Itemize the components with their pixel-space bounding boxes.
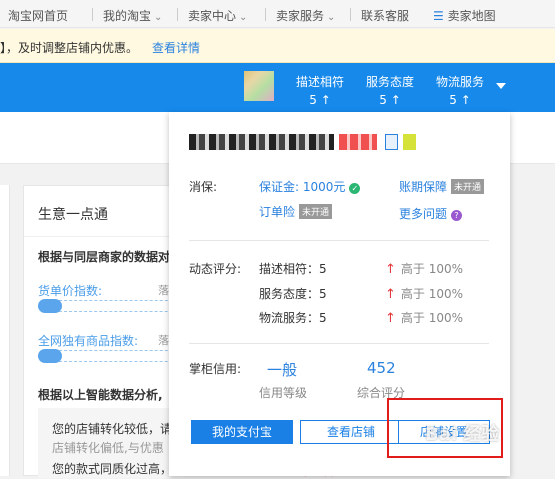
- card-divider: [24, 236, 184, 237]
- rating-name: 描述相符：5: [259, 262, 327, 276]
- credit-score-value: 452: [367, 359, 396, 377]
- advice-box: 您的店铺转化较低，请 店铺转化偏低,与优惠 您的款式同质化过高，请提升款式竞争力: [38, 408, 268, 478]
- nav-seller-center-label: 卖家中心: [188, 9, 237, 23]
- metric-fall-label: 落: [158, 284, 169, 297]
- header-score-description: 描述相符 5 ↑: [296, 73, 344, 107]
- nav-seller-map[interactable]: ☰ 卖家地图: [433, 7, 496, 24]
- shop-header: 描述相符 5 ↑ 服务态度 5 ↑ 物流服务 5 ↑: [0, 63, 555, 112]
- header-score-logistics: 物流服务 5 ↑: [436, 73, 484, 107]
- slider-knob: [38, 349, 62, 363]
- rating-compare: ↑ 高于 100%: [385, 309, 463, 326]
- nav-seller-map-label: 卖家地图: [447, 9, 496, 23]
- arrow-up-icon: ↑: [385, 287, 396, 302]
- analysis-heading: 根据以上智能数据分析,: [38, 388, 163, 402]
- more-questions-label: 更多问题: [399, 207, 448, 221]
- rating-name: 服务态度：5: [259, 287, 327, 301]
- order-insurance-label: 订单险: [259, 205, 296, 219]
- nav-my-taobao-label: 我的淘宝: [103, 9, 152, 23]
- nav-seller-services-label: 卖家服务: [276, 9, 325, 23]
- rating-compare-text: 高于 100%: [400, 287, 464, 301]
- score-label: 物流服务: [436, 75, 485, 89]
- chevron-down-icon: ⌄: [327, 12, 336, 23]
- more-questions-link[interactable]: 更多问题?: [399, 205, 463, 222]
- nav-seller-center[interactable]: 卖家中心 ⌄: [188, 7, 247, 24]
- top-nav-bar: 淘宝网首页 我的淘宝 ⌄ 卖家中心 ⌄ 卖家服务 ⌄ 联系客服 ☰ 卖家地图: [0, 0, 555, 28]
- card-title: 生意一点通: [38, 207, 108, 223]
- slider-knob: [38, 299, 62, 313]
- deposit-text: 保证金: 1000元: [259, 180, 346, 194]
- menu-icon: ☰: [433, 9, 444, 23]
- score-value: 5 ↑: [379, 93, 401, 107]
- score-value: 5 ↑: [449, 93, 471, 107]
- shop-name-redacted: [189, 134, 334, 150]
- deposit-info[interactable]: 保证金: 1000元 ✓: [259, 178, 361, 195]
- advice-line: 店铺转化偏低,与优惠: [52, 441, 164, 455]
- advice-line: 您的店铺转化较低，请: [52, 422, 173, 436]
- score-label: 描述相符: [296, 75, 345, 89]
- dynamic-rating-label: 动态评分:: [189, 262, 242, 276]
- notice-text: 】，及时调整店铺内优惠。: [0, 41, 139, 55]
- id-card-icon: [385, 134, 398, 150]
- shop-avatar: [244, 71, 274, 101]
- my-alipay-button[interactable]: 我的支付宝: [191, 420, 293, 444]
- shop-name-redacted: [339, 134, 377, 150]
- nav-seller-services[interactable]: 卖家服务 ⌄: [276, 7, 335, 24]
- shop-badge-icon: [403, 134, 416, 150]
- account-protect[interactable]: 账期保障 未开通: [399, 178, 485, 195]
- score-value: 5 ↑: [309, 93, 331, 107]
- rating-compare-text: 高于 100%: [400, 262, 464, 276]
- nav-my-taobao[interactable]: 我的淘宝 ⌄: [103, 7, 162, 24]
- nav-separator: [92, 8, 93, 21]
- nav-contact-service[interactable]: 联系客服: [361, 7, 409, 24]
- chevron-down-icon: ⌄: [154, 12, 163, 23]
- arrow-up-icon: ↑: [385, 262, 396, 277]
- header-score-service: 服务态度 5 ↑: [366, 73, 414, 107]
- arrow-up-icon: ↑: [385, 311, 396, 326]
- not-open-badge: 未开通: [451, 179, 485, 194]
- metric-price-index[interactable]: 货单价指数:: [38, 282, 102, 299]
- credit-level-value: 一般: [267, 361, 298, 379]
- popup-divider: [189, 343, 489, 344]
- watermark-text: Bai 经验: [425, 424, 500, 445]
- dropdown-caret-icon[interactable]: [496, 83, 506, 89]
- business-insight-card: 生意一点通 根据与同层商家的数据对 货单价指数: 落 全网独有商品指数: 落 根…: [23, 185, 268, 478]
- metric-unique-goods-index[interactable]: 全网独有商品指数:: [38, 332, 138, 349]
- guarantee-label: 消保:: [189, 180, 218, 194]
- price-index-slider: [38, 299, 188, 313]
- not-open-badge: 未开通: [299, 204, 333, 219]
- card-subtitle: 根据与同层商家的数据对: [38, 250, 171, 264]
- left-panel: [0, 185, 10, 476]
- rating-compare-text: 高于 100%: [400, 311, 464, 325]
- nav-taobao-home[interactable]: 淘宝网首页: [8, 7, 68, 24]
- nav-separator: [350, 8, 351, 21]
- notice-details-link[interactable]: 查看详情: [152, 39, 200, 56]
- score-label: 服务态度: [366, 75, 415, 89]
- credit-label: 掌柜信用:: [189, 362, 242, 376]
- nav-separator: [177, 8, 178, 21]
- notice-bar: 】，及时调整店铺内优惠。 查看详情: [0, 29, 555, 63]
- order-insurance[interactable]: 订单险 未开通: [259, 203, 333, 220]
- unique-goods-slider: [38, 349, 188, 363]
- credit-level-caption: 信用等级: [259, 386, 308, 400]
- rating-compare: ↑ 高于 100%: [385, 285, 463, 302]
- popup-divider: [189, 240, 489, 241]
- chevron-down-icon: ⌄: [239, 12, 248, 23]
- question-icon: ?: [451, 210, 463, 221]
- nav-separator: [265, 8, 266, 21]
- rating-compare: ↑ 高于 100%: [385, 260, 463, 277]
- account-protect-label: 账期保障: [399, 180, 448, 194]
- metric-fall-label: 落: [158, 334, 169, 347]
- check-circle-icon: ✓: [349, 183, 361, 194]
- rating-name: 物流服务：5: [259, 311, 327, 325]
